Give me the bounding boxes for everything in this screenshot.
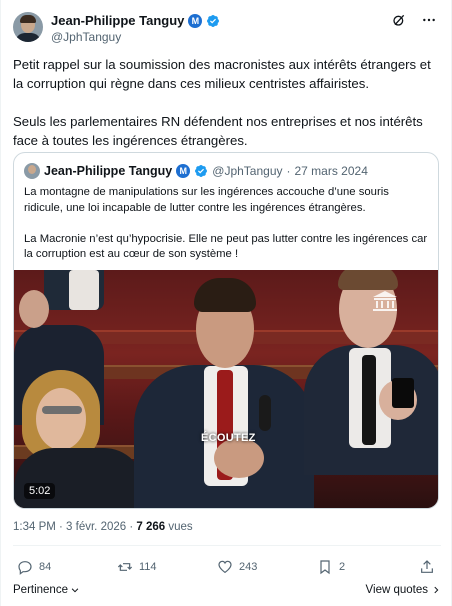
party-badge-icon: M [176, 164, 191, 178]
like-icon [218, 560, 232, 574]
chevron-right-icon [434, 586, 439, 594]
quote-date: 27 mars 2024 [294, 164, 368, 178]
avatar[interactable] [13, 12, 43, 42]
repost-icon [117, 563, 133, 571]
more-icon[interactable] [421, 12, 437, 28]
quote-header: Jean-Philippe Tanguy M @JphTanguy · 27 m… [24, 163, 368, 179]
author-handle[interactable]: @JphTanguy [51, 30, 121, 44]
verified-icon [195, 165, 208, 177]
quote-separator: · [286, 164, 291, 178]
assembly-logo-icon [373, 291, 397, 311]
divider [13, 545, 441, 546]
quote-author-handle: @JphTanguy [212, 164, 283, 178]
view-quotes-label: View quotes [365, 584, 428, 596]
repost-button[interactable]: 114 [117, 559, 157, 575]
timestamp[interactable]: 1:34 PM · 3 févr. 2026 · [13, 521, 136, 533]
tweet-paragraph: Petit rappel sur la soumission des macro… [13, 57, 431, 91]
video-caption: ÉCOUTEZ [201, 432, 256, 444]
quote-paragraph: La Macronie n’est qu’hypocrisie. Elle ne… [24, 232, 428, 261]
bookmark-icon [320, 560, 330, 575]
views-label: vues [165, 521, 193, 533]
party-badge-icon: M [188, 13, 203, 28]
quote-author-name: Jean-Philippe Tanguy [44, 164, 173, 178]
views-count: 7 266 [136, 521, 166, 533]
quoted-tweet[interactable]: Jean-Philippe Tanguy M @JphTanguy · 27 m… [13, 152, 439, 509]
grok-icon[interactable] [391, 12, 407, 28]
top-actions [391, 12, 437, 28]
video-duration: 5:02 [24, 483, 56, 499]
like-button[interactable]: 243 [217, 559, 257, 575]
tweet-card: Jean-Philippe Tanguy M @JphTanguy Petit … [0, 0, 452, 606]
author-name-row: Jean-Philippe Tanguy M [51, 13, 220, 28]
reply-button[interactable]: 84 [17, 559, 51, 575]
quote-paragraph: La montagne de manipulations sur les ing… [24, 186, 389, 214]
video-player[interactable]: ÉCOUTEZ 5:02 [14, 270, 438, 508]
repost-count: 114 [139, 561, 157, 573]
author-name[interactable]: Jean-Philippe Tanguy [51, 13, 184, 28]
tweet-paragraph: Seuls les parlementaires RN défendent no… [13, 114, 423, 148]
reply-icon [18, 561, 32, 575]
quote-avatar [24, 163, 40, 179]
share-button[interactable] [419, 559, 435, 575]
reply-count: 84 [39, 561, 52, 573]
sort-dropdown[interactable]: Pertinence [13, 584, 80, 596]
chevron-down-icon [71, 588, 79, 593]
bookmark-button[interactable]: 2 [317, 559, 345, 575]
sort-label: Pertinence [13, 584, 68, 596]
share-icon [421, 560, 433, 573]
quote-text: La montagne de manipulations sur les ing… [24, 185, 430, 278]
view-quotes-link[interactable]: View quotes [366, 584, 441, 596]
bookmark-count: 2 [339, 561, 346, 573]
like-count: 243 [239, 561, 258, 573]
tweet-meta: 1:34 PM · 3 févr. 2026 · 7 266 vues [13, 521, 193, 533]
action-bar: 84 114 243 2 [13, 559, 441, 579]
verified-icon [207, 14, 220, 27]
